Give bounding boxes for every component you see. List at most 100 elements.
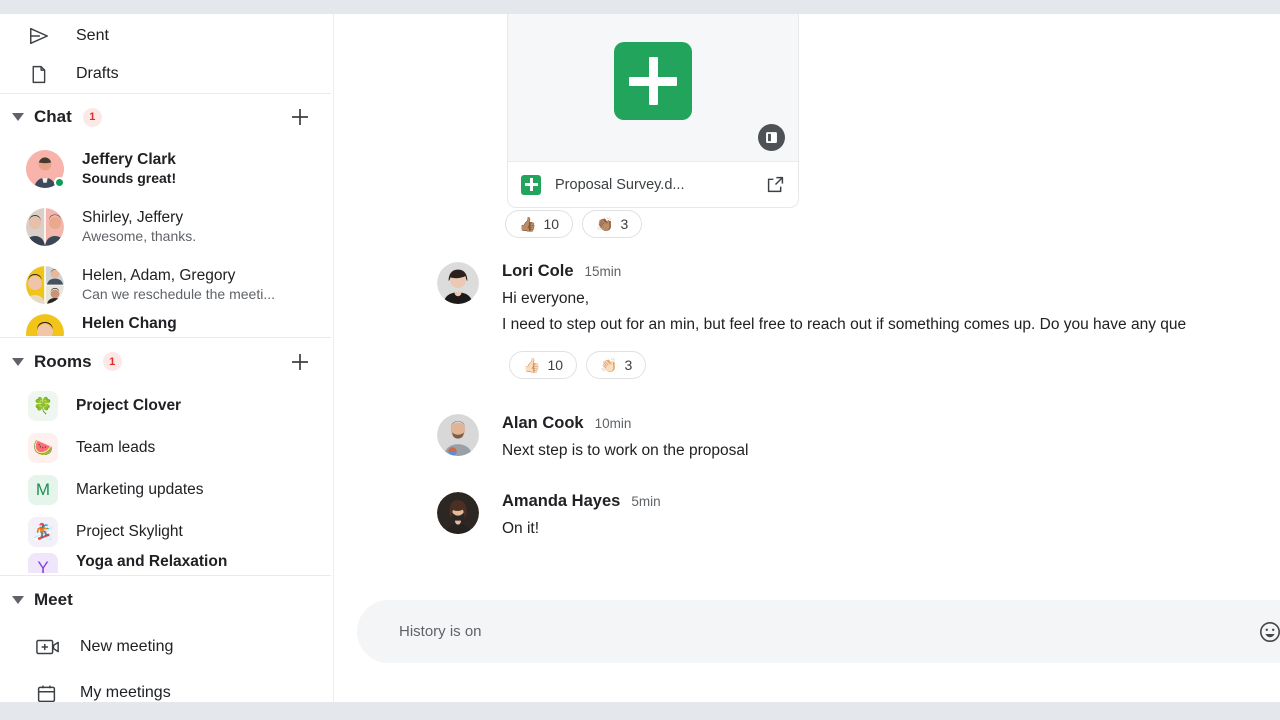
sheets-mini-icon <box>521 175 541 195</box>
chat-list-item[interactable]: Helen Chang <box>0 314 333 336</box>
attachment-preview <box>508 14 798 161</box>
chevron-down-icon[interactable] <box>8 113 28 121</box>
message-author: Amanda Hayes <box>502 492 620 511</box>
reaction-thumbsup-chip[interactable]: 👍🏽 10 <box>505 210 573 238</box>
message-timestamp: 10min <box>595 416 632 431</box>
message-timestamp: 5min <box>631 494 660 509</box>
section-title-meet: Meet <box>34 590 73 610</box>
message-alan-cook: Alan Cook 10min Next step is to work on … <box>437 414 1237 464</box>
send-icon <box>28 25 58 47</box>
presence-indicator-online <box>54 177 65 188</box>
sidebar-room-team-leads[interactable]: 🍉 Team leads <box>0 427 333 469</box>
chat-item-name: Helen Chang <box>82 314 177 333</box>
avatar[interactable] <box>437 492 479 534</box>
room-label: Project Clover <box>76 397 181 415</box>
letter-avatar-icon: Y <box>28 553 58 573</box>
sidebar-item-sent[interactable]: Sent <box>0 14 333 58</box>
open-in-new-icon[interactable] <box>766 175 785 194</box>
drive-file-badge-icon <box>758 124 785 151</box>
reaction-count: 10 <box>547 357 563 373</box>
sidebar-item-new-meeting[interactable]: New meeting <box>0 624 333 670</box>
attachment-reactions: 👍🏽 10 👏🏽 3 <box>505 210 642 238</box>
avatar <box>26 314 64 336</box>
add-chat-button[interactable] <box>287 104 313 130</box>
snowboarder-icon: 🏂 <box>28 517 58 547</box>
message-amanda-hayes: Amanda Hayes 5min On it! <box>437 492 1237 542</box>
message-composer[interactable]: History is on <box>357 600 1280 663</box>
composer-placeholder[interactable]: History is on <box>399 623 1241 640</box>
chat-item-name: Jeffery Clark <box>82 150 176 169</box>
message-author: Alan Cook <box>502 414 584 433</box>
avatar[interactable] <box>437 262 479 304</box>
sheets-file-icon <box>614 42 692 120</box>
section-header-meet[interactable]: Meet <box>0 576 333 624</box>
chat-item-snippet: Sounds great! <box>82 169 176 188</box>
reaction-clap-chip[interactable]: 👏🏻 3 <box>586 351 646 379</box>
conversation-pane: Proposal Survey.d... 👍🏽 10 👏🏽 3 <box>335 14 1280 702</box>
clap-icon: 👏🏻 <box>600 358 617 372</box>
chat-item-snippet: Can we reschedule the meeti... <box>82 285 275 304</box>
avatar <box>26 150 64 188</box>
sidebar-room-project-skylight[interactable]: 🏂 Project Skylight <box>0 511 333 553</box>
chevron-down-icon[interactable] <box>8 596 28 604</box>
section-title-rooms: Rooms <box>34 352 92 372</box>
clover-icon: 🍀 <box>28 391 58 421</box>
attachment-file-name: Proposal Survey.d... <box>555 177 766 193</box>
sidebar-room-yoga-and-relaxation[interactable]: Y Yoga and Relaxation <box>0 553 333 573</box>
message-timestamp: 15min <box>585 264 622 279</box>
watermelon-icon: 🍉 <box>28 433 58 463</box>
emoji-icon[interactable] <box>1253 615 1280 649</box>
clap-icon: 👏🏽 <box>596 217 613 231</box>
avatar[interactable] <box>437 414 479 456</box>
message-header: Amanda Hayes 5min <box>502 492 1237 511</box>
sidebar-room-project-clover[interactable]: 🍀 Project Clover <box>0 385 333 427</box>
chat-list-item[interactable]: Jeffery Clark Sounds great! <box>0 140 333 198</box>
reaction-count: 10 <box>543 216 559 232</box>
room-label: Yoga and Relaxation <box>76 553 227 571</box>
message-author: Lori Cole <box>502 262 574 281</box>
chat-item-snippet: Awesome, thanks. <box>82 227 196 246</box>
sidebar-item-label: Drafts <box>76 65 119 83</box>
chat-list-item[interactable]: Helen, Adam, Gregory Can we reschedule t… <box>0 256 333 314</box>
message-line: Next step is to work on the proposal <box>502 438 1237 464</box>
chevron-down-icon[interactable] <box>8 358 28 366</box>
reaction-count: 3 <box>620 216 628 232</box>
sidebar: Sent Drafts Chat 1 <box>0 14 334 702</box>
section-title-chat: Chat <box>34 107 72 127</box>
message-line: I need to step out for an min, but feel … <box>502 312 1280 338</box>
room-label: Team leads <box>76 439 155 457</box>
message-header: Lori Cole 15min <box>502 262 1280 281</box>
reaction-count: 3 <box>624 357 632 373</box>
thumbs-up-icon: 👍🏽 <box>519 217 536 231</box>
calendar-icon <box>36 683 66 703</box>
rooms-unread-badge: 1 <box>103 352 122 371</box>
sidebar-item-label: My meetings <box>80 684 171 702</box>
chat-unread-badge: 1 <box>83 108 102 127</box>
sidebar-item-label: Sent <box>76 27 109 45</box>
reaction-thumbsup-chip[interactable]: 👍🏻 10 <box>509 351 577 379</box>
message-reactions-lori: 👍🏻 10 👏🏻 3 <box>509 351 646 379</box>
chat-item-name: Shirley, Jeffery <box>82 208 196 227</box>
room-label: Project Skylight <box>76 523 183 541</box>
attachment-card[interactable]: Proposal Survey.d... <box>507 14 799 208</box>
avatar <box>26 208 64 246</box>
sidebar-item-drafts[interactable]: Drafts <box>0 58 333 90</box>
reaction-clap-chip[interactable]: 👏🏽 3 <box>582 210 642 238</box>
room-label: Marketing updates <box>76 481 204 499</box>
chat-item-name: Helen, Adam, Gregory <box>82 266 275 285</box>
sidebar-item-my-meetings[interactable]: My meetings <box>0 670 333 702</box>
attachment-footer: Proposal Survey.d... <box>508 161 798 207</box>
message-line: Hi everyone, <box>502 286 1280 312</box>
video-add-icon <box>36 637 66 657</box>
sidebar-room-marketing-updates[interactable]: M Marketing updates <box>0 469 333 511</box>
section-header-chat[interactable]: Chat 1 <box>0 94 333 140</box>
message-header: Alan Cook 10min <box>502 414 1237 433</box>
chat-list-item[interactable]: Shirley, Jeffery Awesome, thanks. <box>0 198 333 256</box>
section-header-rooms[interactable]: Rooms 1 <box>0 338 333 385</box>
sidebar-item-label: New meeting <box>80 638 173 656</box>
window-top-band <box>0 0 1280 14</box>
letter-avatar-icon: M <box>28 475 58 505</box>
window-bottom-band <box>0 702 1280 720</box>
draft-icon <box>28 64 58 85</box>
add-room-button[interactable] <box>287 349 313 375</box>
